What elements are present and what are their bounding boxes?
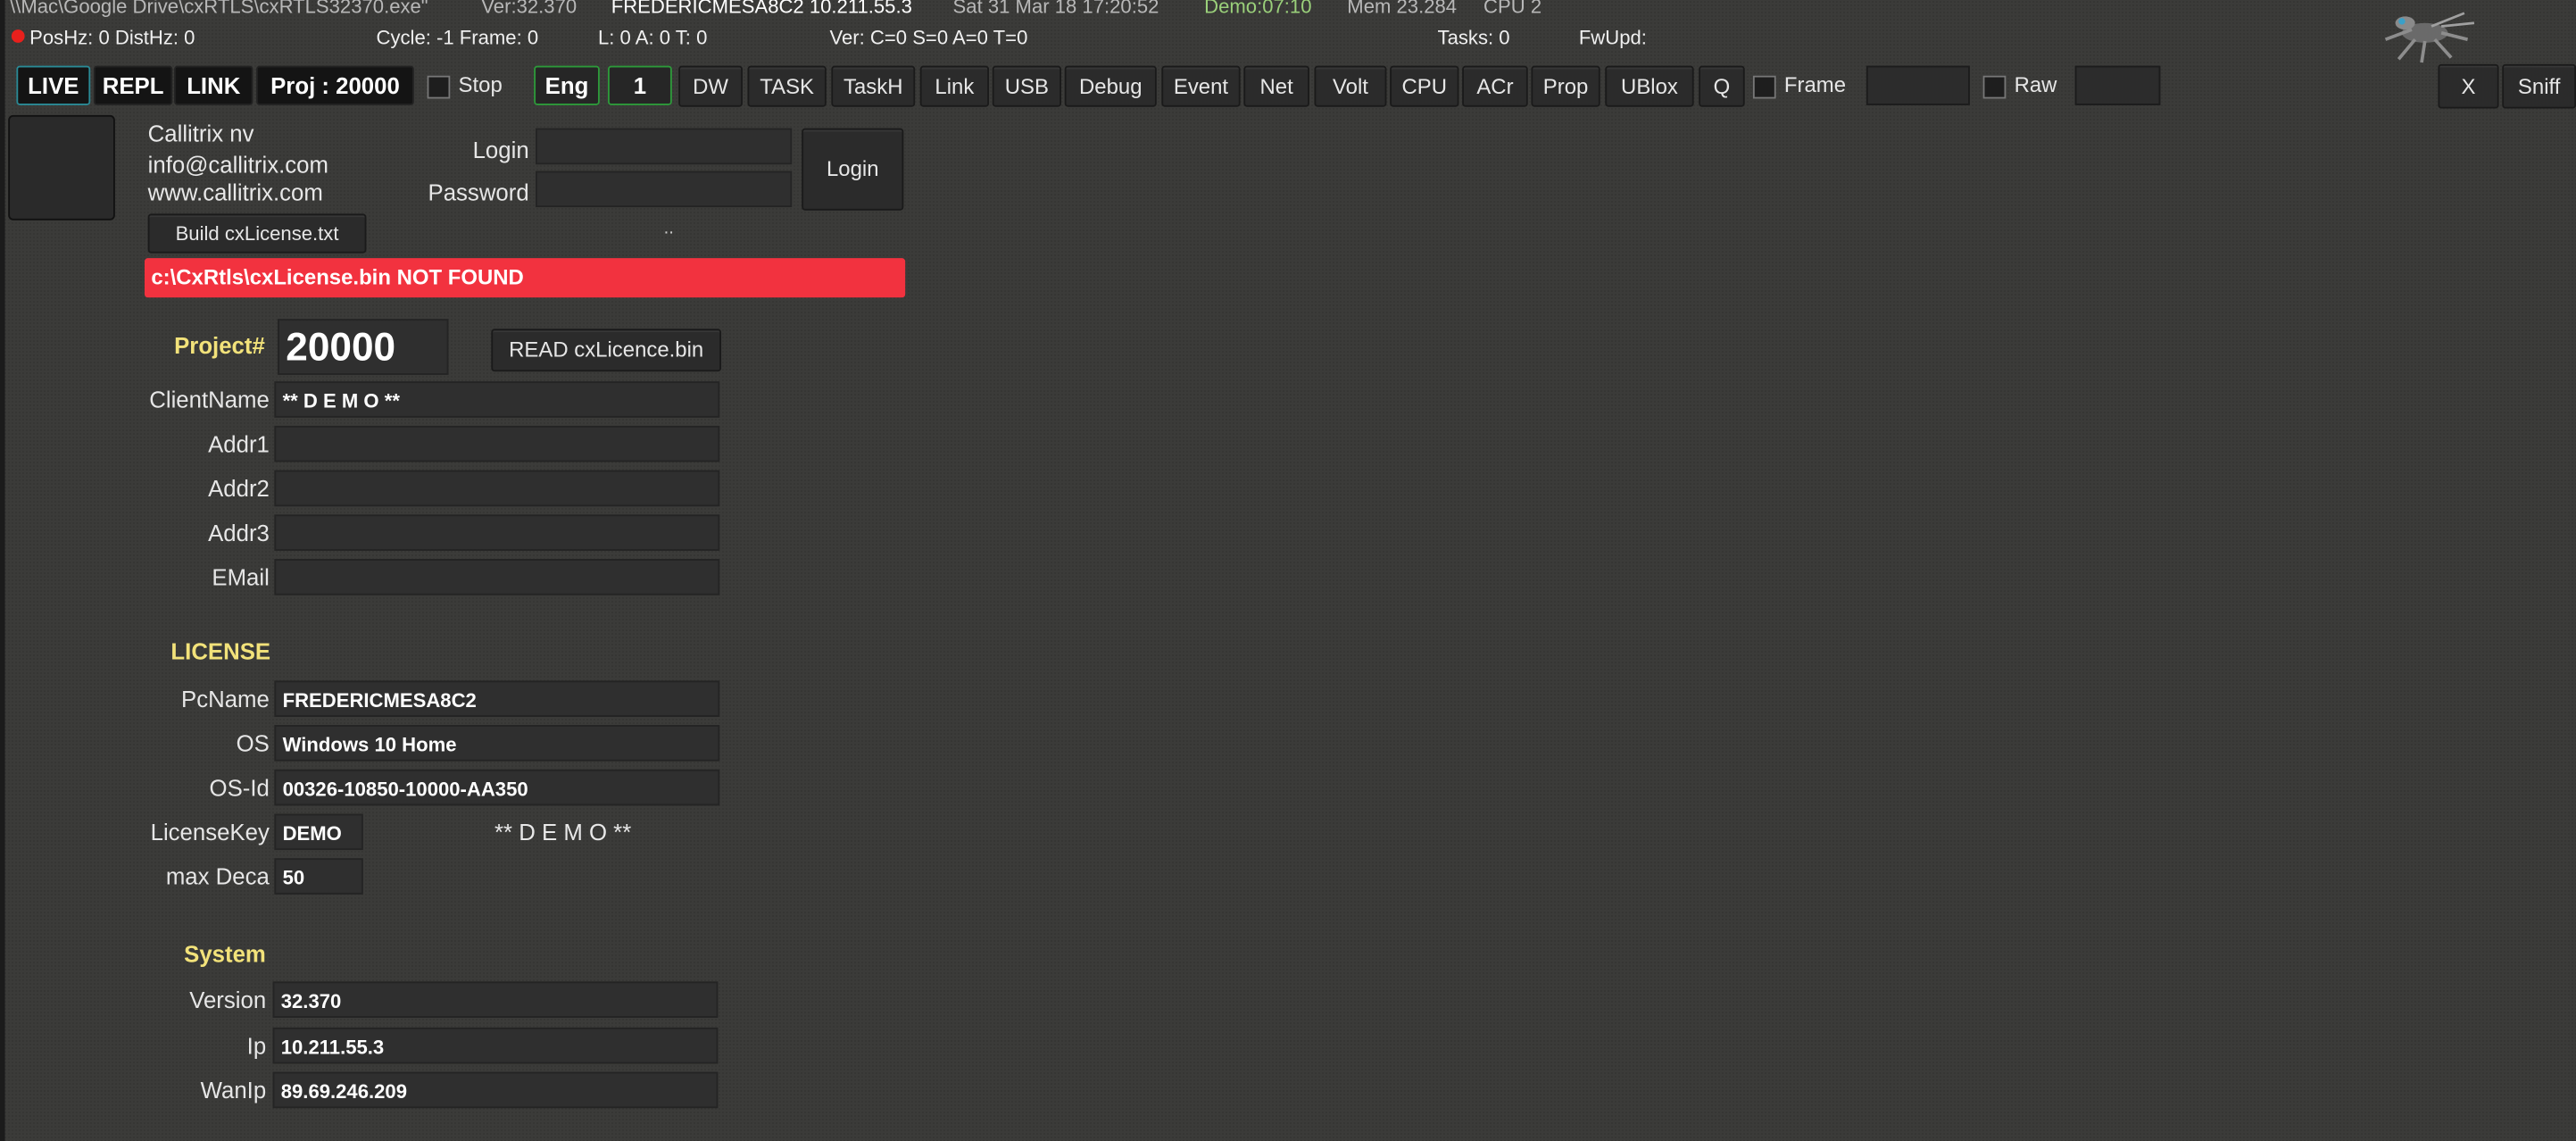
project-indicator[interactable]: Proj : 20000 — [256, 65, 414, 105]
raw-checkbox[interactable] — [1982, 75, 2007, 99]
frame-label: Frame — [1783, 72, 1847, 97]
version-field[interactable]: 32.370 — [272, 981, 719, 1018]
title-version: Ver:32.370 — [481, 0, 578, 19]
title-host: FREDERICMESA8C2 10.211.55.3 — [611, 0, 912, 19]
status-fwupd: FwUpd: — [1578, 26, 1647, 50]
robot-bug-logo — [2384, 12, 2475, 63]
company-email: info@callitrix.com — [147, 151, 328, 178]
osid-label: OS-Id — [209, 774, 270, 801]
stop-checkbox[interactable] — [427, 75, 451, 99]
event-button[interactable]: Event — [1161, 65, 1241, 107]
debug-button[interactable]: Debug — [1064, 65, 1157, 107]
addr1-field[interactable] — [274, 425, 720, 462]
live-toggle[interactable]: LIVE — [16, 65, 91, 105]
login-label: Login — [472, 136, 529, 163]
version-label: Version — [189, 986, 267, 1013]
project-label: Project# — [174, 331, 265, 359]
addr3-label: Addr3 — [208, 519, 270, 546]
raw-input[interactable] — [2074, 65, 2161, 105]
dots-text: .. — [663, 218, 674, 239]
project-number-field[interactable]: 20000 — [278, 319, 449, 375]
sniff-button[interactable]: Sniff — [2502, 63, 2576, 109]
read-licence-button[interactable]: READ cxLicence.bin — [491, 329, 722, 372]
ip-field[interactable]: 10.211.55.3 — [272, 1027, 719, 1064]
status-ver: Ver: C=0 S=0 A=0 T=0 — [829, 26, 1028, 50]
status-poshz: PosHz: 0 DistHz: 0 — [29, 26, 195, 50]
addr2-field[interactable] — [274, 470, 720, 507]
frame-input[interactable] — [1866, 65, 1970, 105]
licensekey-field[interactable]: DEMO — [274, 813, 363, 851]
title-path: \\Mac\Google Drive\cxRTLS\cxRTLS32370.ex… — [10, 0, 428, 19]
cpu-button[interactable]: CPU — [1390, 65, 1459, 107]
password-input[interactable] — [536, 171, 793, 208]
acr-button[interactable]: ACr — [1462, 65, 1528, 107]
maxdeca-label: max Deca — [165, 862, 270, 890]
login-button[interactable]: Login — [802, 128, 904, 211]
dw-button[interactable]: DW — [678, 65, 743, 107]
red-dot-icon — [11, 29, 25, 43]
email-label: EMail — [212, 563, 270, 591]
repl-toggle[interactable]: REPL — [93, 65, 173, 105]
license-demo-note: ** D E M O ** — [494, 819, 632, 845]
error-message: c:\CxRtls\cxLicense.bin NOT FOUND — [151, 264, 524, 290]
company-name: Callitrix nv — [147, 120, 254, 146]
osid-field[interactable]: 00326-10850-10000-AA350 — [274, 769, 720, 806]
login-input[interactable] — [536, 128, 793, 165]
title-cpu: CPU 2 — [1483, 0, 1542, 19]
ublox-button[interactable]: UBlox — [1605, 65, 1694, 107]
prop-button[interactable]: Prop — [1531, 65, 1600, 107]
volt-button[interactable]: Volt — [1314, 65, 1387, 107]
title-datetime: Sat 31 Mar 18 17:20:52 — [952, 0, 1159, 19]
maxdeca-field[interactable]: 50 — [274, 858, 363, 895]
addr2-label: Addr2 — [208, 475, 270, 502]
logo-placeholder — [8, 114, 115, 221]
status-cycle: Cycle: -1 Frame: 0 — [376, 26, 539, 50]
q-button[interactable]: Q — [1699, 65, 1745, 107]
status-lat: L: 0 A: 0 T: 0 — [597, 26, 708, 50]
password-label: Password — [428, 179, 529, 206]
taskh-button[interactable]: TaskH — [831, 65, 916, 107]
close-button[interactable]: X — [2438, 63, 2499, 109]
build-license-button[interactable]: Build cxLicense.txt — [147, 213, 367, 254]
license-heading: LICENSE — [170, 637, 271, 664]
pcname-field[interactable]: FREDERICMESA8C2 — [274, 680, 720, 717]
wanip-label: WanIp — [200, 1077, 267, 1104]
stop-label: Stop — [458, 72, 503, 97]
os-label: OS — [236, 729, 270, 757]
raw-label: Raw — [2014, 72, 2057, 97]
title-memory: Mem 23.284 — [1347, 0, 1458, 19]
title-demo-timer: Demo:07:10 — [1204, 0, 1312, 19]
addr3-field[interactable] — [274, 514, 720, 551]
link-toggle[interactable]: LINK — [174, 65, 253, 105]
number-field[interactable]: 1 — [608, 65, 672, 105]
error-banner: c:\CxRtls\cxLicense.bin NOT FOUND — [144, 258, 906, 298]
company-website: www.callitrix.com — [147, 179, 323, 206]
status-tasks: Tasks: 0 — [1437, 26, 1510, 50]
task-button[interactable]: TASK — [747, 65, 827, 107]
net-button[interactable]: Net — [1243, 65, 1309, 107]
clientname-field[interactable]: ** D E M O ** — [274, 381, 720, 418]
window-edge — [0, 0, 5, 1141]
wanip-field[interactable]: 89.69.246.209 — [272, 1071, 719, 1109]
app-window: \\Mac\Google Drive\cxRTLS\cxRTLS32370.ex… — [0, 0, 2576, 1141]
frame-checkbox[interactable] — [1752, 75, 1776, 99]
system-heading: System — [184, 940, 266, 967]
ip-label: Ip — [246, 1032, 267, 1059]
licensekey-label: LicenseKey — [150, 819, 270, 845]
email-field[interactable] — [274, 559, 720, 595]
eng-button[interactable]: Eng — [534, 65, 600, 105]
usb-button[interactable]: USB — [992, 65, 1062, 107]
clientname-label: ClientName — [149, 386, 270, 413]
addr1-label: Addr1 — [208, 430, 270, 457]
link-button[interactable]: Link — [919, 65, 990, 107]
pcname-label: PcName — [181, 685, 270, 712]
os-field[interactable]: Windows 10 Home — [274, 725, 720, 762]
